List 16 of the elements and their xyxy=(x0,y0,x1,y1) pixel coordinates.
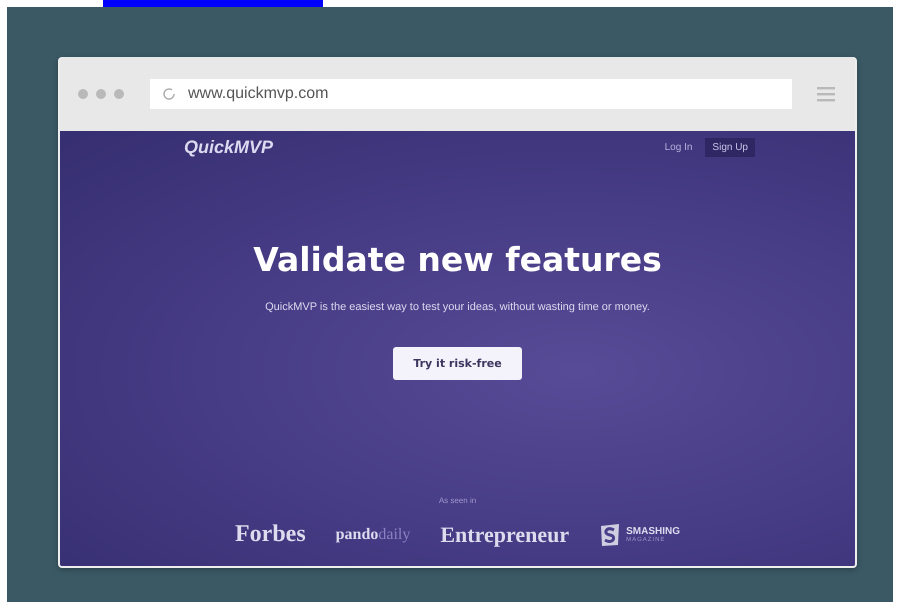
site-logo[interactable]: QuickMVP xyxy=(184,137,274,158)
menu-icon[interactable] xyxy=(817,85,835,103)
url-text: www.quickmvp.com xyxy=(188,85,328,103)
nav-link[interactable]: Log In xyxy=(658,138,700,157)
press-logo: Forbes xyxy=(235,521,306,548)
hero-subtitle: QuickMVP is the easiest way to test your ideas, without wasting time or money. xyxy=(265,301,650,313)
press-logo: pandodaily xyxy=(336,526,410,544)
window-dots-icon xyxy=(77,88,125,100)
reload-icon[interactable] xyxy=(162,87,176,101)
s-logo-icon xyxy=(599,522,622,546)
hero-title: Validate new features xyxy=(253,240,662,279)
try-button[interactable]: Try it risk-free xyxy=(393,347,522,380)
nav-link[interactable]: Sign Up xyxy=(705,138,755,157)
address-bar[interactable]: www.quickmvp.com xyxy=(150,79,792,109)
press-caption: As seen in xyxy=(438,496,476,505)
press-logo: Entrepreneur xyxy=(440,522,570,548)
